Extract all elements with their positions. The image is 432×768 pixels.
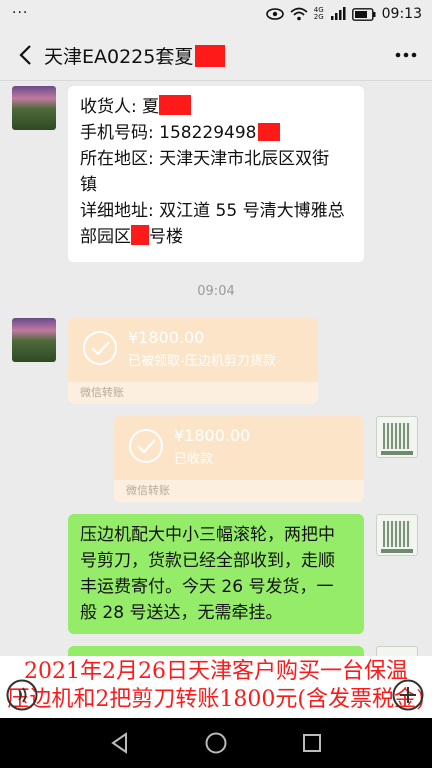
chat-title: 天津EA0225套夏 <box>44 42 226 69</box>
transfer-card-received[interactable]: ¥1800.00 已被领取-压边机剪刀货款 微信转账 <box>68 318 318 404</box>
square-recent-icon[interactable] <box>300 731 324 755</box>
voice-icon[interactable] <box>6 679 38 711</box>
chat-header: 天津EA0225套夏 <box>0 30 432 81</box>
caption-overlay: 2021年2月26日天津客户购买一台保温 压边机和2把剪刀转账1800元(含发票… <box>0 656 432 718</box>
transfer-note: 已收款 <box>174 452 214 467</box>
contact-avatar[interactable] <box>12 86 56 130</box>
address-line: 镇 <box>80 175 97 195</box>
address-line: 部园区 号楼 <box>80 224 352 250</box>
transfer-amount: ¥1800.00 <box>174 426 251 445</box>
address-line: 详细地址: 双江道 55 号清大博雅总 <box>80 201 345 221</box>
transfer-source: 微信转账 <box>126 484 170 497</box>
reply-message-bubble[interactable]: 压边机配大中小三幅滚轮，两把中 号剪刀，货款已经全部收到，走顺 丰运费寄付。今天… <box>68 514 364 634</box>
caption-line-2: 压边机和2把剪刀转账1800元(含发票税金) <box>7 687 425 712</box>
message-timestamp: 09:04 <box>197 284 235 299</box>
receiver-redaction <box>159 95 192 115</box>
reply-line: 号剪刀，货款已经全部收到，走顺 <box>80 551 335 571</box>
reply-line: 般 28 号送达，无需牵挂。 <box>80 603 283 623</box>
avatar-pattern <box>383 521 411 547</box>
phone-redaction <box>258 123 281 141</box>
transfer-note: 已被领取-压边机剪刀货款 <box>128 354 276 369</box>
status-bar: ··· 4G 2G 09:13 <box>0 0 432 30</box>
avatar-text-strip <box>381 451 413 455</box>
network-labels: 4G 2G <box>314 7 324 21</box>
caption-line-1: 2021年2月26日天津客户购买一台保温 <box>24 659 408 684</box>
avatar-pattern <box>383 423 411 449</box>
phone-text: 手机号码: 158229498 <box>80 123 257 143</box>
network-2g: 2G <box>313 13 324 21</box>
avatar-text-strip <box>381 549 413 553</box>
wifi-icon <box>290 7 308 21</box>
battery-icon <box>351 7 376 21</box>
title-redaction <box>195 45 226 67</box>
reply-line: 压边机配大中小三幅滚轮，两把中 <box>80 525 335 545</box>
address-part: 号楼 <box>149 227 183 247</box>
eye-icon <box>265 8 284 20</box>
address-line: 所在地区: 天津天津市北辰区双街 <box>80 149 330 169</box>
status-time: 09:13 <box>381 6 422 22</box>
system-nav-bar <box>0 718 432 768</box>
transfer-amount: ¥1800.00 <box>128 328 205 347</box>
address-message-bubble[interactable]: 收货人: 夏 手机号码: 158229498 所在地区: 天津天津市北辰区双街 … <box>68 86 364 262</box>
status-menu-dots: ··· <box>12 5 29 21</box>
transfer-card-sent[interactable]: ¥1800.00 已收款 微信转账 <box>114 416 364 502</box>
reply-line: 丰运费寄付。今天 26 号发货，一 <box>80 577 334 597</box>
address-line: 手机号码: 158229498 <box>80 120 352 146</box>
address-line: 收货人: 夏 <box>80 94 352 120</box>
triangle-back-icon[interactable] <box>108 731 132 755</box>
plus-icon[interactable] <box>392 679 424 711</box>
self-avatar[interactable] <box>376 514 418 556</box>
self-avatar[interactable] <box>376 416 418 458</box>
check-circle-icon <box>83 331 117 365</box>
receiver-label: 收货人: 夏 <box>80 97 160 117</box>
chat-title-text: 天津EA0225套夏 <box>44 46 194 68</box>
address-part: 部园区 <box>80 227 131 247</box>
check-circle-icon <box>129 429 163 463</box>
signal-icon <box>330 7 346 20</box>
contact-avatar[interactable] <box>12 318 56 362</box>
transfer-source: 微信转账 <box>80 386 124 399</box>
chevron-left-icon[interactable] <box>12 40 42 70</box>
circle-home-icon[interactable] <box>204 731 228 755</box>
more-icon[interactable] <box>394 44 418 66</box>
building-redaction <box>131 225 149 245</box>
